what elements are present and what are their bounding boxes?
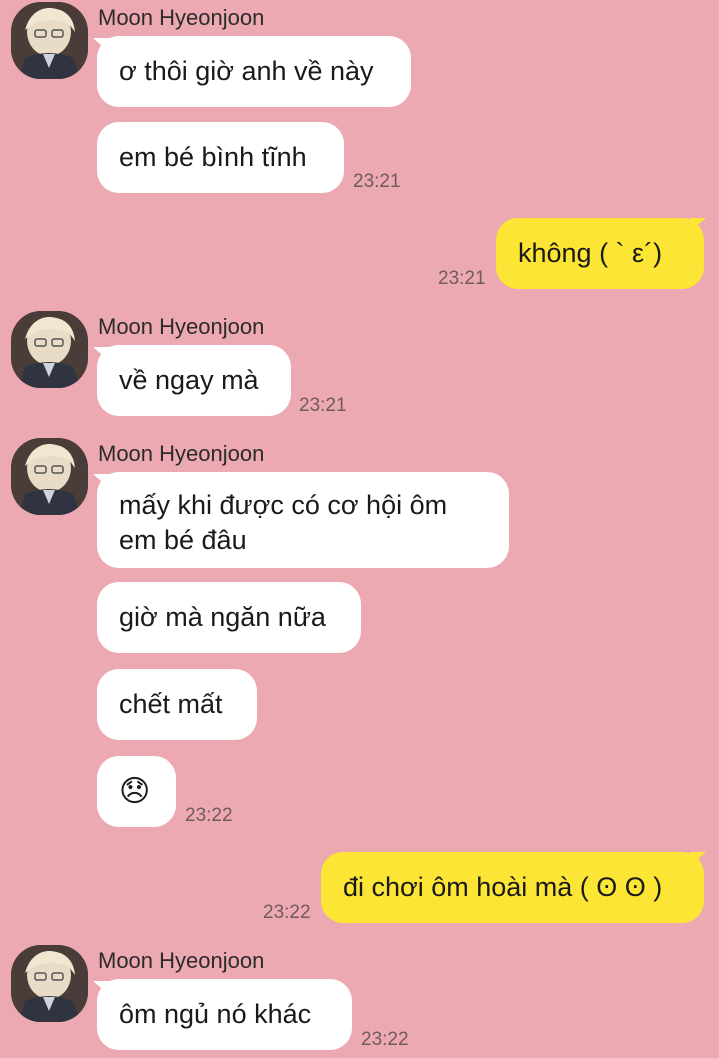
message-timestamp: 23:21 [353,171,401,192]
message-text: không ( ` ε´) [518,238,663,268]
message-timestamp: 23:21 [438,268,486,289]
bubble-tail [690,218,706,232]
message-bubble[interactable]: giờ mà ngăn nữa [97,582,361,653]
message-text: mấy khi được có cơ hội ôm em bé đâu [119,490,448,555]
message-bubble[interactable]: 😞 [97,756,176,827]
contact-avatar[interactable] [11,945,88,1022]
message-timestamp: 23:22 [361,1029,409,1050]
message-text: đi chơi ôm hoài mà ( ʘ ʘ ) [343,872,663,902]
message-text: ôm ngủ nó khác [119,999,312,1029]
sender-name: Moon Hyeonjoon [98,5,265,30]
sender-name: Moon Hyeonjoon [98,314,265,339]
message-text: chết mất [119,689,223,719]
message-bubble[interactable]: em bé bình tĩnh [97,122,344,193]
message-text: giờ mà ngăn nữa [119,602,326,632]
avatar-photo-icon [11,438,88,515]
avatar-photo-icon [11,2,88,79]
message-timestamp: 23:21 [299,395,347,416]
disappointed-face-emoji-icon: 😞 [119,774,151,808]
message-text: em bé bình tĩnh [119,142,307,172]
avatar-photo-icon [11,945,88,1022]
avatar-photo-icon [11,311,88,388]
contact-avatar[interactable] [11,438,88,515]
message-bubble-mine[interactable]: đi chơi ôm hoài mà ( ʘ ʘ ) [321,852,704,923]
message-bubble[interactable]: mấy khi được có cơ hội ôm em bé đâu [97,472,509,568]
message-text: ơ thôi giờ anh về này [119,56,374,86]
contact-avatar[interactable] [11,311,88,388]
sender-name: Moon Hyeonjoon [98,441,265,466]
message-bubble[interactable]: ôm ngủ nó khác [97,979,352,1050]
message-bubble[interactable]: về ngay mà [97,345,291,416]
message-text: về ngay mà [119,365,259,395]
contact-avatar[interactable] [11,2,88,79]
message-bubble[interactable]: ơ thôi giờ anh về này [97,36,411,107]
sender-name: Moon Hyeonjoon [98,948,265,973]
message-timestamp: 23:22 [263,902,311,923]
message-timestamp: 23:22 [185,805,233,826]
message-bubble[interactable]: chết mất [97,669,257,740]
message-bubble-mine[interactable]: không ( ` ε´) [496,218,704,289]
bubble-tail [690,852,706,866]
